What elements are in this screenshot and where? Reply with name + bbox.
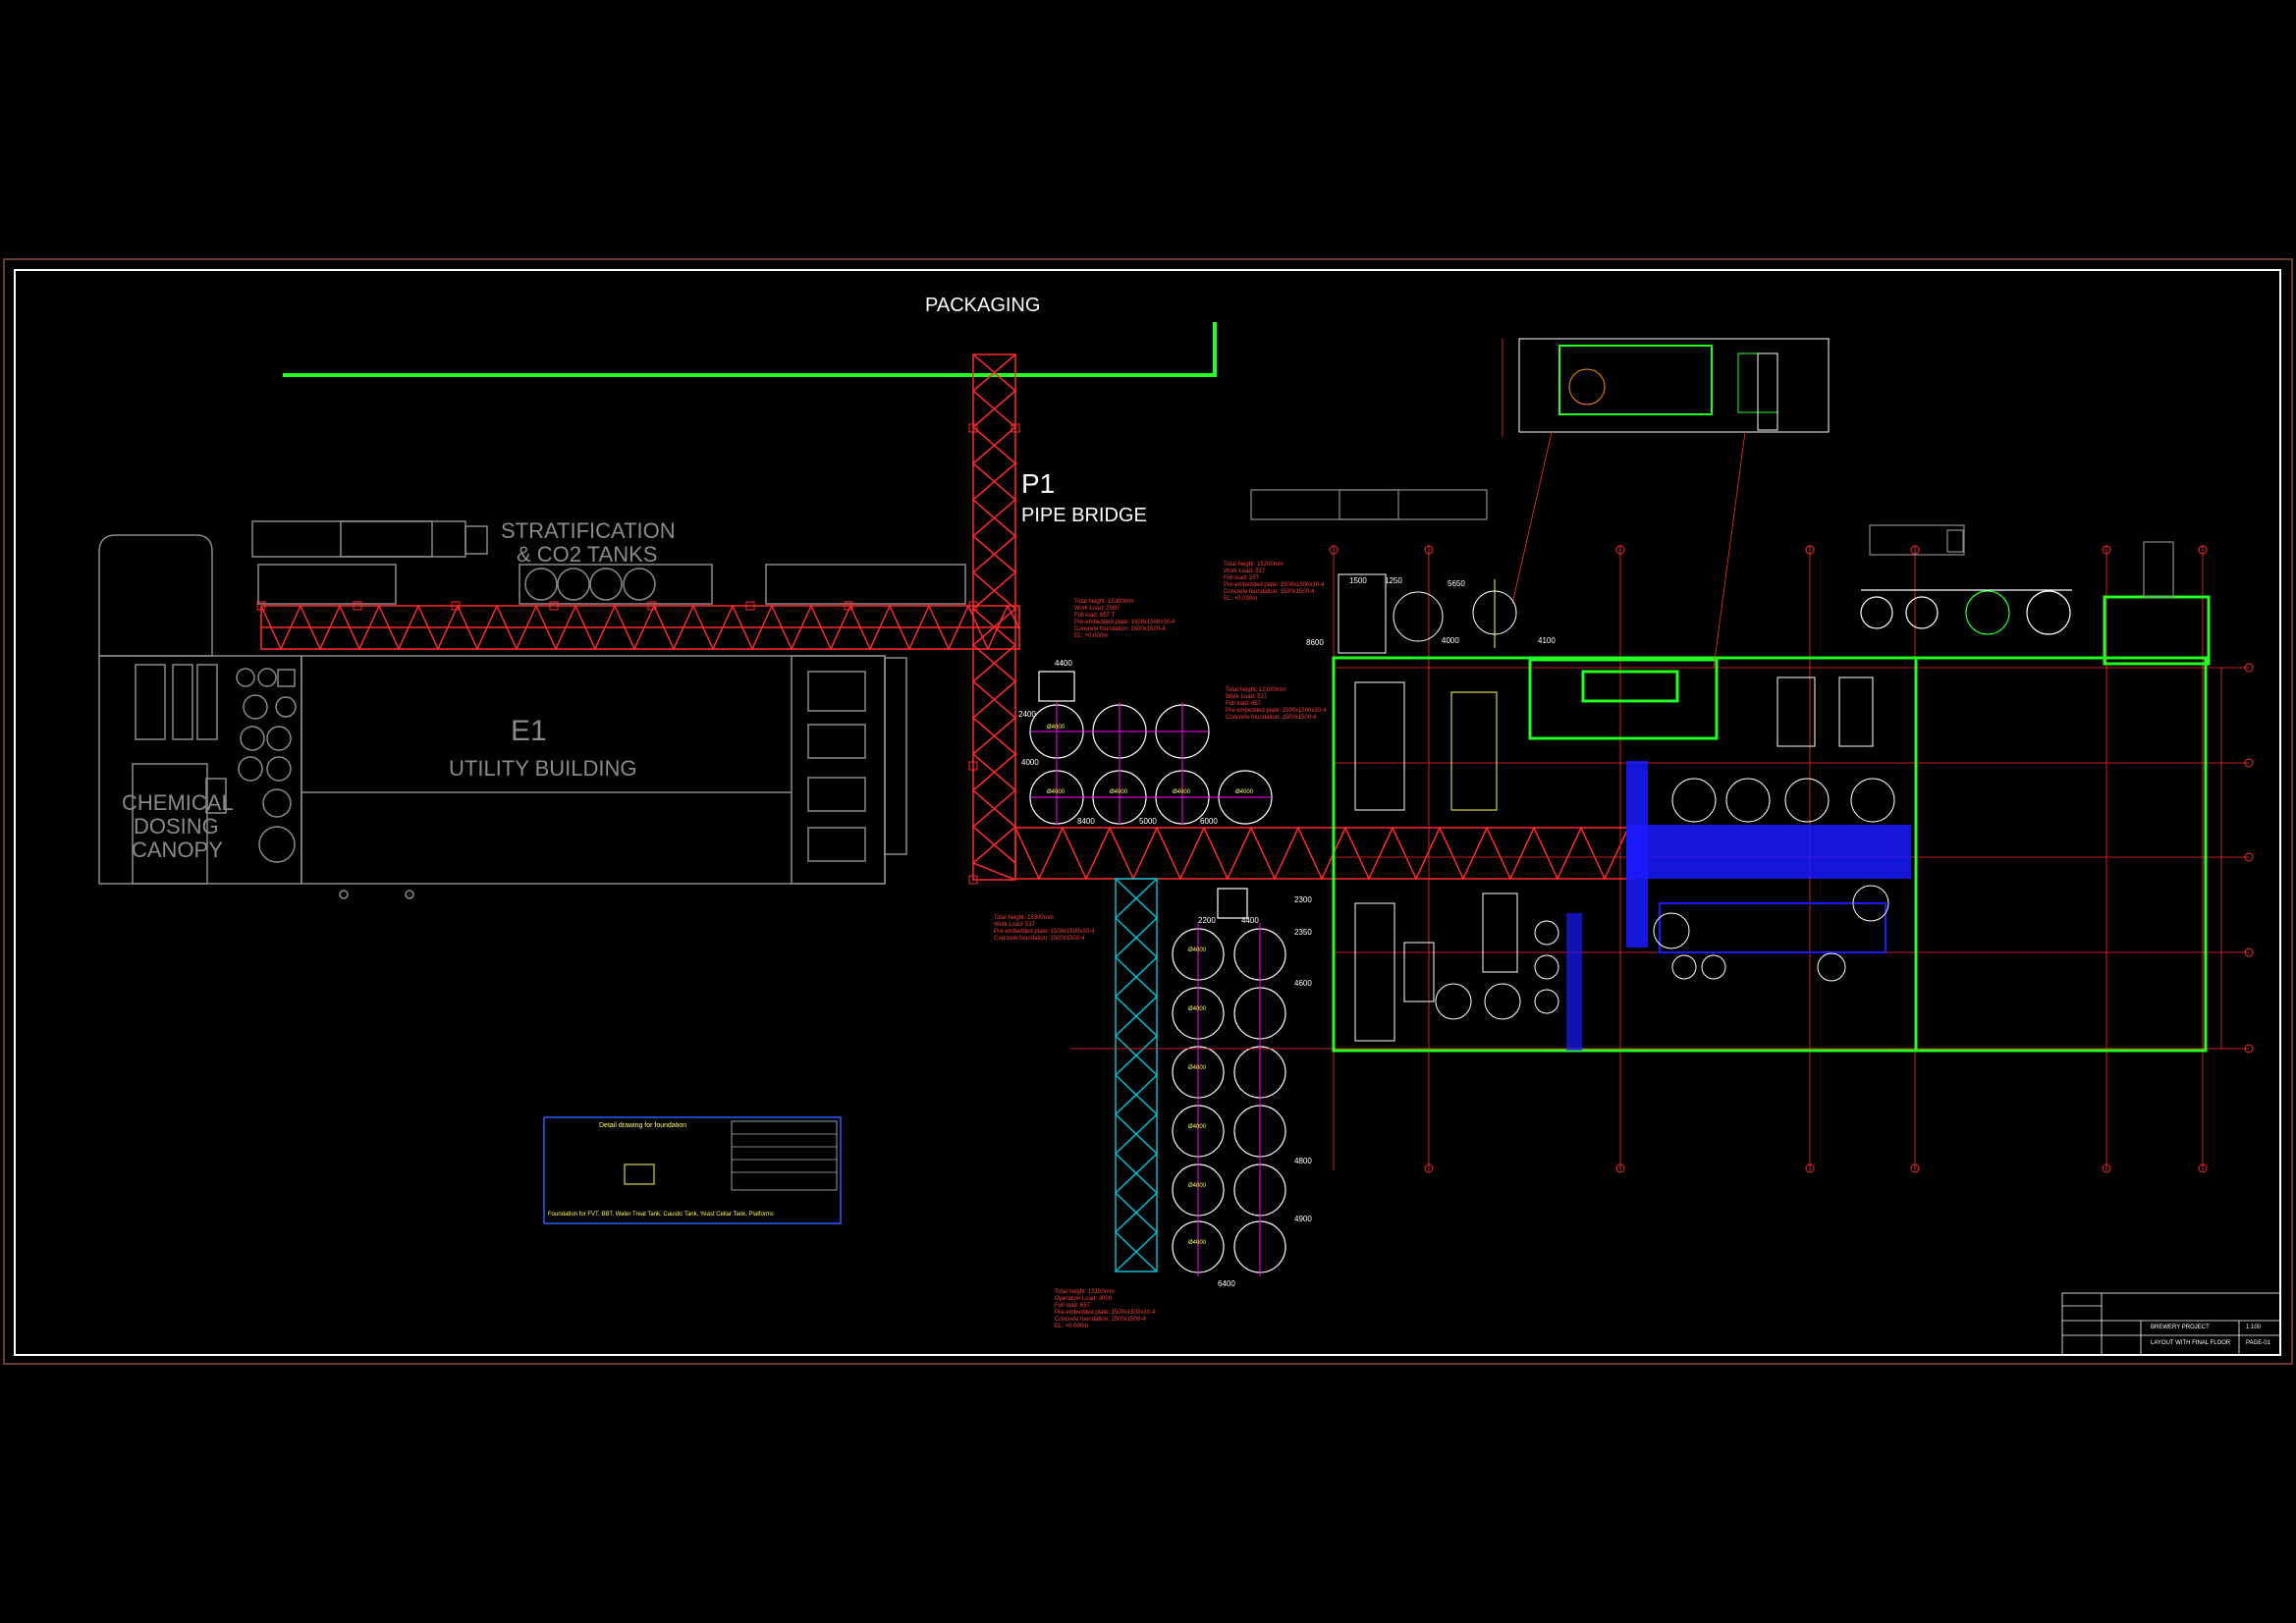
dim-4400-bottom: 4400: [1241, 916, 1259, 925]
tank-label: Ø4000: [1047, 725, 1066, 730]
dim-4000b: 4000: [1021, 758, 1039, 767]
dim-2350: 2350: [1294, 928, 1312, 937]
detail-box: [543, 1116, 842, 1224]
title-block-scale: 1:100: [2246, 1325, 2262, 1330]
dim-6000: 6000: [1200, 817, 1218, 826]
dim-5650: 5650: [1448, 579, 1465, 588]
pipe-bridge-upper: [260, 604, 1020, 651]
detail-box-title: Detail drawing for foundation: [599, 1122, 687, 1129]
dim-4900: 4900: [1294, 1215, 1312, 1223]
chemical-dosing-label-3: CANOPY: [132, 838, 223, 862]
pipe-bridge-label: PIPE BRIDGE: [1021, 505, 1147, 526]
dim-1500: 1500: [1349, 576, 1367, 585]
outer-frame: [3, 258, 2293, 1365]
chemical-dosing-label-1: CHEMICAL: [122, 790, 234, 815]
tank-label: Ø4000: [1188, 1124, 1207, 1130]
annex-leaders: [1502, 339, 1746, 669]
bottom-tank-note: Total height: 15100mm Operation Load: 30…: [1055, 1289, 1156, 1329]
tank-label: Ø4000: [1110, 789, 1128, 795]
dim-4400-top: 4400: [1055, 659, 1072, 668]
pipe-bridge-vertical: [971, 353, 1017, 881]
tank-label: Ø4000: [1173, 789, 1191, 795]
detail-box-footer: Foundation for FVT, BBT, Water Treat Tan…: [548, 1212, 774, 1217]
tank-label: Ø4000: [1188, 1006, 1207, 1012]
utility-building-id: E1: [511, 715, 547, 747]
bbt-tank-note: Total height: 12100mm Work Load: 517 Ful…: [1226, 687, 1327, 721]
dim-5000: 5000: [1139, 817, 1157, 826]
tank-label: Ø4000: [1188, 947, 1207, 953]
tank-label: Ø4000: [1235, 789, 1254, 795]
cyan-lattice-tower: [1114, 878, 1159, 1272]
dim-2200: 2200: [1198, 916, 1216, 925]
packaging-line: [283, 322, 1217, 377]
top-annex: [1518, 338, 1830, 433]
tank-label: Ø4000: [1188, 1240, 1207, 1246]
tank-label: Ø4000: [1047, 789, 1066, 795]
co2-tanks-label: & CO2 TANKS: [517, 542, 658, 567]
title-block-drawing: LAYOUT WITH FINAL FLOOR: [2151, 1340, 2231, 1346]
title-block-number: PAGE-01: [2246, 1340, 2270, 1346]
dim-8400: 8400: [1077, 817, 1095, 826]
dim-4600: 4600: [1294, 979, 1312, 988]
packaging-label: PACKAGING: [925, 295, 1041, 316]
tank-array-column: [1172, 888, 1286, 1273]
tank-label: Ø4000: [1188, 1065, 1207, 1071]
drawing-frame: [14, 269, 2281, 1356]
utility-building-label: UTILITY BUILDING: [449, 756, 637, 781]
dim-1250: 1250: [1385, 576, 1402, 585]
cad-drawing: [3, 258, 2293, 1365]
top-tank-note: Total height: 15200mm Work Load: 517 Ful…: [1224, 562, 1325, 602]
dim-4800: 4800: [1294, 1157, 1312, 1165]
pipe-bridge-lower: [1014, 826, 1635, 881]
dim-8600: 8600: [1306, 638, 1324, 647]
fv-tank-note: Total height: 15300mm Work Load: 2500 Fu…: [1074, 599, 1175, 639]
dim-4000: 4000: [1442, 636, 1459, 645]
main-building-walls: [1332, 595, 2211, 1053]
dim-4100: 4100: [1538, 636, 1556, 645]
bridge-nodes: [256, 423, 1020, 885]
upper-equipment: [1338, 573, 1517, 654]
blue-process-area: [1566, 761, 1911, 1051]
pipe-bridge-id: P1: [1021, 468, 1056, 499]
column-tank-note: Total height: 15300mm Work Load: 517 Pre…: [994, 915, 1095, 942]
chemical-dosing-label-2: DOSING: [134, 814, 219, 839]
tank-label: Ø4000: [1188, 1183, 1207, 1189]
stratification-label: STRATIFICATION: [501, 518, 676, 543]
dim-6400: 6400: [1218, 1279, 1235, 1288]
title-block-project: BREWERY PROJECT: [2151, 1325, 2210, 1330]
dim-2300: 2300: [1294, 895, 1312, 904]
tank-row-right: [1860, 589, 2072, 635]
dim-2400: 2400: [1018, 710, 1036, 719]
